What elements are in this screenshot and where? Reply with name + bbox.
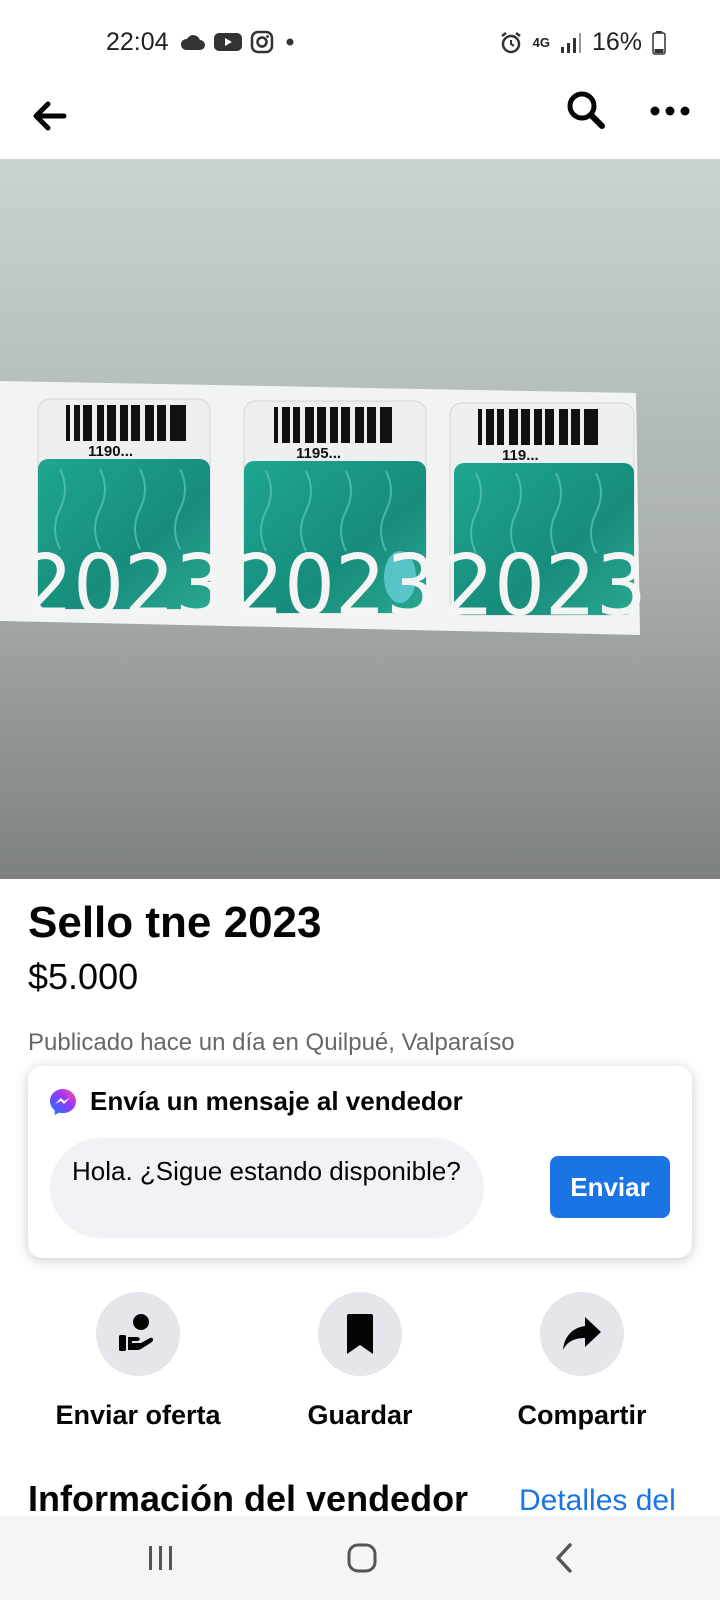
share-icon — [563, 1317, 601, 1350]
instagram-icon — [250, 30, 274, 54]
message-seller-card: Envía un mensaje al vendedor Hola. ¿Sigu… — [28, 1066, 692, 1258]
top-bar — [0, 76, 720, 156]
save-icon-circle — [318, 1292, 402, 1376]
listing-actions: Enviar oferta Guardar Compartir — [0, 1292, 720, 1432]
recent-apps-icon — [149, 1546, 172, 1570]
dot-icon — [286, 38, 294, 46]
system-status: 4G 16% — [499, 28, 666, 57]
youtube-icon — [214, 33, 242, 51]
more-icon — [650, 106, 690, 116]
save-button[interactable]: Guardar — [249, 1292, 471, 1431]
battery-percent: 16% — [591, 28, 642, 56]
cloud-icon — [180, 35, 205, 50]
barcode-number: 1195... — [296, 445, 341, 462]
send-offer-button[interactable]: Enviar oferta — [27, 1292, 249, 1431]
status-bar: 22:04 4G 16% — [0, 0, 720, 88]
barcode-number: 119... — [502, 447, 539, 464]
status-time: 22:04 — [106, 28, 169, 56]
alarm-icon — [500, 31, 521, 53]
messenger-icon — [50, 1088, 76, 1115]
sticker-year: 2023 — [22, 538, 226, 635]
message-heading-text: Envía un mensaje al vendedor — [90, 1086, 463, 1116]
sticker-1: 1190... 2023 — [22, 398, 226, 635]
send-offer-label: Enviar oferta — [55, 1400, 221, 1430]
sticker-photo-image: 1190... 2023 1195... 2023 119... 2023 — [0, 159, 720, 879]
offer-icon — [119, 1314, 154, 1351]
more-options-button[interactable] — [648, 90, 698, 134]
home-icon — [347, 1543, 377, 1573]
message-input[interactable]: Hola. ¿Sigue estando disponible? — [50, 1138, 484, 1238]
arrow-left-icon — [33, 101, 67, 131]
chevron-left-icon — [556, 1543, 572, 1573]
listing-title: Sello tne 2023 — [28, 898, 322, 947]
send-offer-icon-circle — [96, 1292, 180, 1376]
listing-photo[interactable]: 1190... 2023 1195... 2023 119... 2023 — [0, 159, 720, 879]
send-button[interactable]: Enviar — [550, 1156, 670, 1218]
seller-info-heading: Información del vendedor — [28, 1478, 469, 1519]
notification-icons — [180, 30, 298, 54]
signal-icon — [560, 32, 581, 53]
system-back-button[interactable] — [534, 1534, 594, 1582]
sticker-2: 1195... 2023 — [233, 400, 437, 635]
sticker-year: 2023 — [233, 538, 437, 635]
sticker-year: 2023 — [443, 538, 647, 635]
search-icon — [567, 91, 605, 129]
network-type: 4G — [532, 34, 550, 50]
bookmark-icon — [347, 1314, 373, 1354]
battery-icon — [652, 30, 666, 55]
recent-apps-button[interactable] — [131, 1534, 191, 1582]
message-seller-heading: Envía un mensaje al vendedor — [48, 1086, 463, 1117]
listing-posted-info: Publicado hace un día en Quilpué, Valpar… — [28, 1029, 515, 1056]
save-label: Guardar — [307, 1400, 413, 1430]
search-button[interactable] — [566, 90, 610, 134]
share-button[interactable]: Compartir — [471, 1292, 693, 1431]
share-label: Compartir — [517, 1400, 647, 1430]
barcode-number: 1190... — [88, 443, 133, 460]
system-navigation-bar — [0, 1516, 720, 1600]
share-icon-circle — [540, 1292, 624, 1376]
seller-details-link[interactable]: Detalles del — [519, 1484, 676, 1518]
sticker-3: 119... 2023 — [443, 402, 647, 635]
back-button[interactable] — [28, 94, 72, 138]
listing-price: $5.000 — [28, 956, 139, 997]
home-button[interactable] — [332, 1534, 392, 1582]
